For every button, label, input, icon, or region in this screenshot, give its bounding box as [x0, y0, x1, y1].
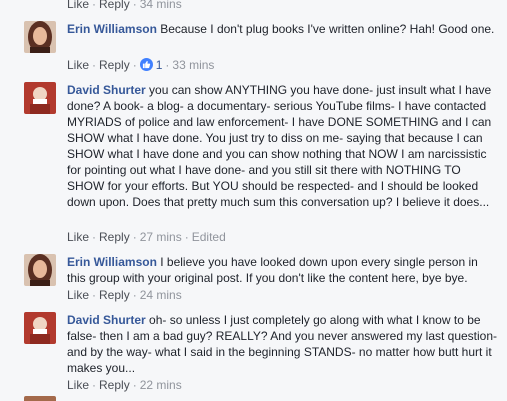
reply-link[interactable]: Reply [99, 288, 130, 302]
timestamp[interactable]: 33 mins [172, 58, 214, 72]
like-link[interactable]: Like [67, 0, 89, 11]
comment-actions: Like · Reply · 27 mins · Edited [67, 230, 226, 244]
reply-link[interactable]: Reply [99, 0, 130, 11]
reply-link[interactable]: Reply [99, 230, 130, 244]
timestamp[interactable]: 22 mins [140, 378, 182, 392]
like-link[interactable]: Like [67, 58, 89, 72]
reply-link[interactable]: Reply [99, 378, 130, 392]
comment-author[interactable]: David Shurter [67, 83, 146, 97]
comment-text: you can show ANYTHING you have done- jus… [67, 83, 492, 209]
reaction-count[interactable]: 1 [139, 58, 162, 72]
avatar-erin-williamson[interactable] [24, 21, 56, 53]
timestamp[interactable]: 34 mins [140, 0, 182, 11]
thumbs-up-icon [139, 58, 153, 71]
reply-link[interactable]: Reply [99, 58, 130, 72]
comment-actions-previous: Like · Reply · 34 mins [67, 0, 182, 12]
avatar-erin-williamson[interactable] [24, 254, 56, 286]
comment-actions: Like · Reply · 22 mins [67, 378, 182, 392]
comment-actions: Like · Reply · 24 mins [67, 288, 182, 302]
avatar-david-shurter[interactable] [24, 312, 56, 344]
edited-label[interactable]: Edited [192, 230, 226, 244]
comment-actions: Like · Reply · 1 · 33 mins [67, 58, 215, 72]
comment-body: David Shurter oh- so unless I just compl… [67, 312, 499, 376]
comment-body: David Shurter you can show ANYTHING you … [67, 82, 499, 210]
avatar-next-comment[interactable] [24, 396, 56, 401]
timestamp[interactable]: 24 mins [140, 288, 182, 302]
comment-text: Because I don't plug books I've written … [160, 22, 495, 36]
like-link[interactable]: Like [67, 288, 89, 302]
comment-body: Erin Williamson I believe you have looke… [67, 254, 499, 286]
avatar-david-shurter[interactable] [24, 82, 56, 114]
comment-author[interactable]: Erin Williamson [67, 255, 157, 269]
comment-body: Erin Williamson Because I don't plug boo… [67, 21, 499, 37]
like-link[interactable]: Like [67, 378, 89, 392]
comment-author[interactable]: Erin Williamson [67, 22, 157, 36]
timestamp[interactable]: 27 mins [140, 230, 182, 244]
like-link[interactable]: Like [67, 230, 89, 244]
comment-author[interactable]: David Shurter [67, 313, 146, 327]
